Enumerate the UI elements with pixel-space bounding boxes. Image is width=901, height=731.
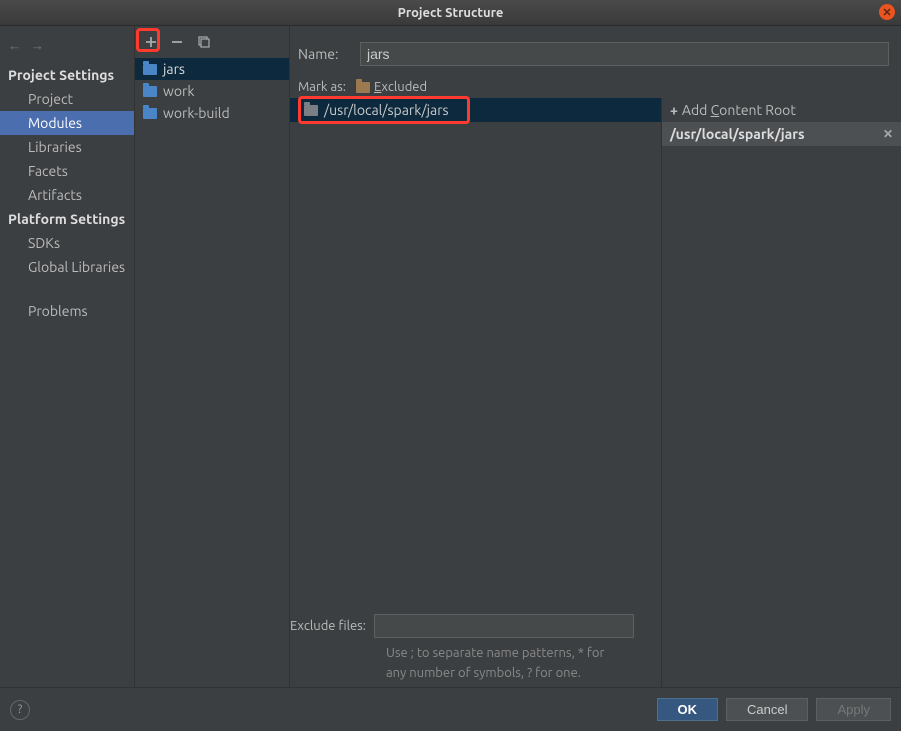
sidebar-item-project[interactable]: Project (0, 87, 134, 111)
nav-arrows: ← → (0, 38, 134, 63)
content-root-path-row[interactable]: /usr/local/spark/jars (290, 98, 661, 122)
markas-row: Mark as: Excluded (290, 72, 901, 98)
module-item-work-build[interactable]: work-build (135, 102, 289, 124)
excluded-label: Excluded (374, 80, 427, 94)
module-item-jars[interactable]: jars (135, 58, 289, 80)
content-root-path: /usr/local/spark/jars (324, 102, 449, 118)
nav-forward-icon[interactable]: → (31, 38, 44, 53)
folder-excluded-icon (356, 82, 370, 93)
section-header-project-settings: Project Settings (0, 63, 134, 87)
sidebar-item-sdks[interactable]: SDKs (0, 231, 134, 255)
plus-icon: + (670, 102, 678, 118)
sidebar: ← → Project Settings Project Modules Lib… (0, 26, 135, 687)
folder-icon (143, 86, 157, 97)
apply-button[interactable]: Apply (816, 698, 891, 721)
help-icon[interactable]: ? (10, 700, 30, 720)
folder-icon (143, 64, 157, 75)
content-roots-panel: + Add Content Root /usr/local/spark/jars… (661, 98, 901, 687)
markas-label: Mark as: (298, 80, 346, 94)
folder-icon (304, 105, 318, 116)
close-icon[interactable] (879, 4, 895, 20)
exclude-section: Exclude files: Use ; to separate name pa… (290, 604, 661, 687)
detail-panel: Name: Mark as: Excluded /usr/local/spark… (290, 26, 901, 687)
footer: ? OK Cancel Apply (0, 687, 901, 731)
name-row: Name: (290, 26, 901, 72)
remove-module-icon[interactable] (171, 36, 183, 48)
folder-icon (143, 108, 157, 119)
sidebar-item-libraries[interactable]: Libraries (0, 135, 134, 159)
module-label: work (163, 83, 194, 99)
exclude-hint: Use ; to separate name patterns, * for a… (290, 638, 649, 683)
copy-module-icon[interactable] (197, 35, 211, 49)
module-label: work-build (163, 105, 230, 121)
content-root-path: /usr/local/spark/jars (670, 126, 805, 142)
sidebar-item-global-libraries[interactable]: Global Libraries (0, 255, 134, 279)
window-title: Project Structure (398, 6, 504, 20)
content-root-item[interactable]: /usr/local/spark/jars ✕ (662, 122, 901, 146)
detail-body: /usr/local/spark/jars Exclude files: Use… (290, 98, 901, 687)
add-content-root-button[interactable]: + Add Content Root (662, 98, 901, 122)
content: ← → Project Settings Project Modules Lib… (0, 26, 901, 687)
titlebar: Project Structure (0, 0, 901, 26)
module-list: jars work work-build (135, 58, 289, 687)
excluded-tag[interactable]: Excluded (356, 80, 427, 94)
exclude-files-input[interactable] (374, 614, 634, 638)
sidebar-item-modules[interactable]: Modules (0, 111, 134, 135)
sidebar-item-problems[interactable]: Problems (0, 299, 134, 323)
name-label: Name: (298, 46, 350, 62)
module-panel: jars work work-build (135, 26, 290, 687)
module-item-work[interactable]: work (135, 80, 289, 102)
section-header-platform-settings: Platform Settings (0, 207, 134, 231)
remove-content-root-icon[interactable]: ✕ (883, 127, 893, 141)
folder-tree: /usr/local/spark/jars Exclude files: Use… (290, 98, 661, 687)
sidebar-item-facets[interactable]: Facets (0, 159, 134, 183)
sidebar-item-artifacts[interactable]: Artifacts (0, 183, 134, 207)
add-content-root-label: Add Content Root (682, 102, 796, 118)
ok-button[interactable]: OK (657, 698, 719, 721)
add-module-icon[interactable] (145, 36, 157, 48)
cancel-button[interactable]: Cancel (726, 698, 808, 721)
module-toolbar (135, 26, 289, 58)
name-input[interactable] (360, 42, 889, 66)
module-label: jars (163, 61, 185, 77)
exclude-files-label: Exclude files: (290, 619, 366, 633)
nav-back-icon[interactable]: ← (8, 38, 21, 53)
